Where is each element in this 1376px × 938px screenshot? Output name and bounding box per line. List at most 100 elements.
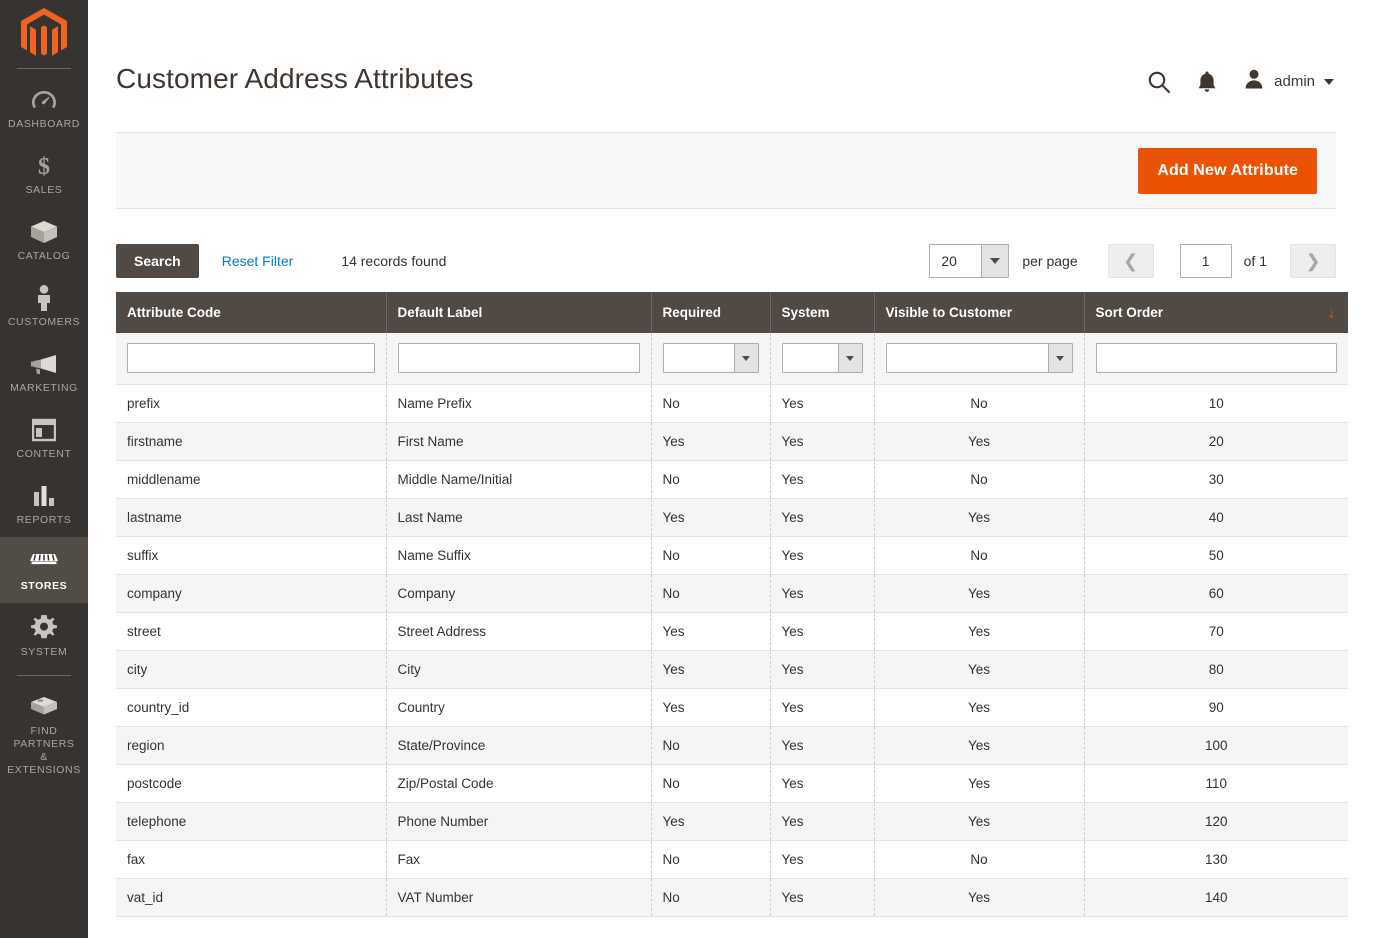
cell-system: Yes [770, 612, 875, 651]
filter-cell-sort-order [1084, 333, 1348, 385]
sidebar-item-system[interactable]: SYSTEM [0, 603, 88, 669]
search-button[interactable]: Search [116, 244, 199, 278]
table-row[interactable]: prefix Name Prefix No Yes No 10 [116, 384, 1348, 423]
cell-attribute-code: suffix [116, 536, 387, 575]
filter-sort-order-input[interactable] [1095, 343, 1337, 373]
cell-required: No [651, 840, 771, 879]
table-row[interactable]: region State/Province No Yes Yes 100 [116, 726, 1348, 765]
grid-filter-row [116, 333, 1348, 385]
admin-menu[interactable]: admin [1243, 68, 1334, 95]
sidebar-item-label: REPORTS [16, 514, 72, 526]
dollar-icon: $ [34, 152, 54, 180]
column-header-default-label[interactable]: Default Label [386, 292, 652, 333]
filter-required-select[interactable] [662, 343, 759, 373]
column-header-required[interactable]: Required [651, 292, 771, 333]
filter-attribute-code-input[interactable] [127, 343, 375, 373]
column-header-visible-to-customer[interactable]: Visible to Customer [874, 292, 1085, 333]
cell-sort-order: 60 [1084, 574, 1348, 613]
cell-visible-to-customer: Yes [874, 422, 1085, 461]
cell-system: Yes [770, 688, 875, 727]
cell-sort-order: 20 [1084, 422, 1348, 461]
filter-system-value [783, 344, 838, 372]
gear-icon [31, 614, 57, 642]
bar-chart-icon [32, 482, 56, 510]
svg-text:$: $ [38, 154, 50, 179]
person-icon [35, 284, 53, 312]
sidebar-item-customers[interactable]: CUSTOMERS [0, 273, 88, 339]
cell-default-label: City [386, 650, 652, 689]
cell-default-label: First Name [386, 422, 652, 461]
cell-visible-to-customer: No [874, 384, 1085, 423]
cell-attribute-code: vat_id [116, 878, 387, 917]
layout-icon [32, 416, 56, 444]
filter-cell-default-label [386, 333, 652, 385]
reset-filter-link[interactable]: Reset Filter [222, 253, 294, 269]
cell-system: Yes [770, 650, 875, 689]
page-number-input[interactable] [1179, 244, 1232, 278]
column-header-sort-order[interactable]: Sort Order ↓ [1084, 292, 1348, 333]
cell-attribute-code: postcode [116, 764, 387, 803]
filter-default-label-input[interactable] [397, 343, 640, 373]
page-number-group: of 1 [1179, 244, 1267, 278]
total-pages-label: of 1 [1243, 253, 1267, 269]
table-row[interactable]: lastname Last Name Yes Yes Yes 40 [116, 498, 1348, 537]
next-page-button[interactable]: ❯ [1290, 244, 1336, 278]
cell-attribute-code: region [116, 726, 387, 765]
filter-visible-to-customer-select[interactable] [885, 343, 1073, 373]
per-page-label: per page [1022, 253, 1078, 269]
bell-icon[interactable] [1197, 70, 1217, 94]
column-header-sort-order-label: Sort Order [1095, 305, 1164, 320]
cell-default-label: Last Name [386, 498, 652, 537]
table-row[interactable]: city City Yes Yes Yes 80 [116, 650, 1348, 689]
table-row[interactable]: telephone Phone Number Yes Yes Yes 120 [116, 802, 1348, 841]
sidebar-item-label: DASHBOARD [8, 118, 80, 130]
table-row[interactable]: country_id Country Yes Yes Yes 90 [116, 688, 1348, 727]
sidebar-item-marketing[interactable]: MARKETING [0, 339, 88, 405]
cell-required: No [651, 384, 771, 423]
filter-cell-system [770, 333, 875, 385]
filter-system-select[interactable] [781, 343, 863, 373]
table-row[interactable]: fax Fax No Yes No 130 [116, 840, 1348, 879]
cell-system: Yes [770, 460, 875, 499]
cell-required: Yes [651, 688, 771, 727]
cell-system: Yes [770, 764, 875, 803]
cell-attribute-code: prefix [116, 384, 387, 423]
cell-default-label: VAT Number [386, 878, 652, 917]
search-icon[interactable] [1147, 70, 1171, 94]
sidebar-item-content[interactable]: CONTENT [0, 405, 88, 471]
cell-attribute-code: middlename [116, 460, 387, 499]
cell-system: Yes [770, 802, 875, 841]
records-found-label: 14 records found [341, 253, 447, 269]
magento-logo[interactable] [0, 0, 88, 68]
sidebar-item-dashboard[interactable]: DASHBOARD [0, 75, 88, 141]
cell-sort-order: 40 [1084, 498, 1348, 537]
sidebar-item-stores[interactable]: STORES [0, 537, 88, 603]
cell-sort-order: 80 [1084, 650, 1348, 689]
table-row[interactable]: street Street Address Yes Yes Yes 70 [116, 612, 1348, 651]
cell-visible-to-customer: Yes [874, 726, 1085, 765]
table-row[interactable]: company Company No Yes Yes 60 [116, 574, 1348, 613]
cell-required: No [651, 726, 771, 765]
cell-visible-to-customer: Yes [874, 802, 1085, 841]
storefront-icon [30, 548, 58, 576]
cell-visible-to-customer: No [874, 460, 1085, 499]
add-new-attribute-button[interactable]: Add New Attribute [1138, 147, 1317, 194]
previous-page-button[interactable]: ❮ [1107, 244, 1154, 278]
sidebar-item-reports[interactable]: REPORTS [0, 471, 88, 537]
column-header-system[interactable]: System [770, 292, 875, 333]
table-row[interactable]: firstname First Name Yes Yes Yes 20 [116, 422, 1348, 461]
column-header-attribute-code[interactable]: Attribute Code [116, 292, 387, 333]
cell-system: Yes [770, 878, 875, 917]
table-row[interactable]: vat_id VAT Number No Yes Yes 140 [116, 878, 1348, 917]
table-row[interactable]: middlename Middle Name/Initial No Yes No 30 [116, 460, 1348, 499]
cell-attribute-code: lastname [116, 498, 387, 537]
sidebar-item-label: CATALOG [17, 250, 71, 262]
sidebar-item-find-partners[interactable]: FIND PARTNERS & EXTENSIONS [0, 682, 88, 787]
table-row[interactable]: postcode Zip/Postal Code No Yes Yes 110 [116, 764, 1348, 803]
sidebar-item-sales[interactable]: $ SALES [0, 141, 88, 207]
sidebar-item-catalog[interactable]: CATALOG [0, 207, 88, 273]
cell-visible-to-customer: Yes [874, 688, 1085, 727]
page-actions-toolbar: Add New Attribute [116, 132, 1336, 209]
per-page-select[interactable]: 20 [929, 244, 1010, 278]
table-row[interactable]: suffix Name Suffix No Yes No 50 [116, 536, 1348, 575]
